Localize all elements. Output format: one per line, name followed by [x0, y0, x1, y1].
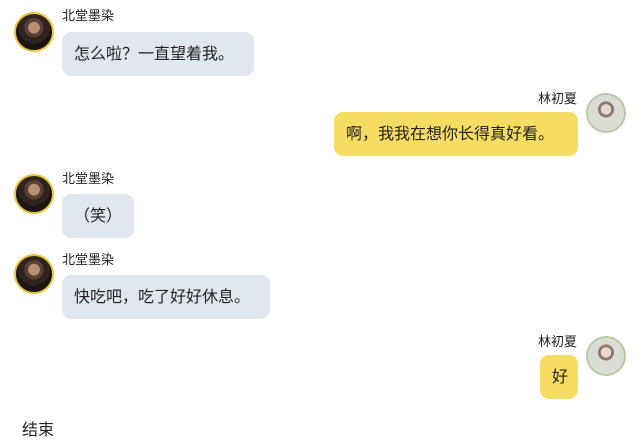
end-label: 结束: [22, 420, 55, 439]
message-row: 林初夏 啊，我我在想你长得真好看。: [0, 85, 640, 160]
message-bubble[interactable]: 快吃吧，吃了好好休息。: [62, 275, 270, 319]
message-bubble[interactable]: （笑）: [62, 194, 134, 238]
message-bubble[interactable]: 啊，我我在想你长得真好看。: [334, 112, 578, 156]
sender-name: 林初夏: [538, 335, 578, 350]
sender-name: 北堂墨染: [62, 253, 115, 268]
message-row: 北堂墨染 快吃吧，吃了好好休息。: [0, 248, 640, 323]
sender-name: 北堂墨染: [62, 9, 115, 24]
avatar[interactable]: [14, 174, 54, 214]
avatar[interactable]: [14, 254, 54, 294]
message-bubble[interactable]: 好: [540, 355, 578, 399]
avatar[interactable]: [14, 12, 54, 52]
avatar[interactable]: [586, 336, 626, 376]
sender-name: 林初夏: [538, 92, 578, 107]
message-row: 北堂墨染 （笑）: [0, 168, 640, 243]
avatar[interactable]: [586, 93, 626, 133]
sender-name: 北堂墨染: [62, 172, 115, 187]
message-row: 北堂墨染 怎么啦？一直望着我。: [0, 0, 640, 80]
message-bubble[interactable]: 怎么啦？一直望着我。: [62, 32, 254, 76]
message-row: 林初夏 好: [0, 328, 640, 403]
